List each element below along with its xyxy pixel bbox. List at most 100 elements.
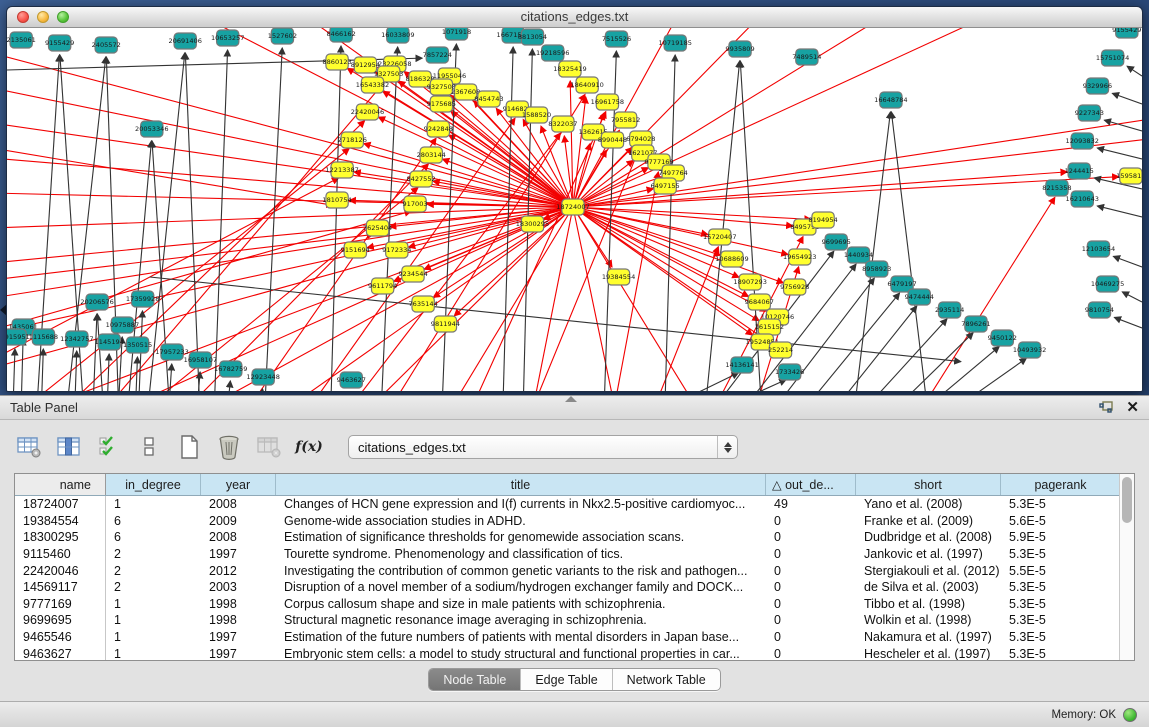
cell-in_degree: 2 xyxy=(106,546,201,563)
network-canvas-svg: 1872400788601238912954232260589327503818… xyxy=(7,28,1142,391)
graph-node-label: 9329966 xyxy=(1083,82,1112,90)
table-panel-titlebar[interactable]: Table Panel ✕ xyxy=(0,396,1149,420)
cell-out_degree: 0 xyxy=(766,612,856,629)
graph-node-label: 10469275 xyxy=(1091,280,1124,288)
cell-name: 18724007 xyxy=(15,496,106,513)
table-settings-icon[interactable] xyxy=(14,432,44,462)
graph-node-label: 8958923 xyxy=(862,265,891,273)
network-window-titlebar[interactable]: citations_edges.txt xyxy=(7,7,1142,28)
table-selector-value: citations_edges.txt xyxy=(349,440,717,455)
tab-edge-table[interactable]: Edge Table xyxy=(521,669,612,690)
cell-short: Jankovic et al. (1997) xyxy=(856,546,1001,563)
graph-node-label: 1350515 xyxy=(123,341,152,349)
graph-node-label: 9463627 xyxy=(337,376,366,384)
graph-node-label: 19384554 xyxy=(602,273,635,281)
cell-name: 9463627 xyxy=(15,645,106,660)
cell-title: Corpus callosum shape and size in male p… xyxy=(276,596,766,613)
column-header-name[interactable]: name xyxy=(15,474,106,495)
cell-year: 2008 xyxy=(201,529,276,546)
graph-node-label: 1145194 xyxy=(95,338,124,346)
cell-pagerank: 5.3E-5 xyxy=(1001,612,1119,629)
function-builder-icon[interactable]: f(x) xyxy=(294,432,324,462)
graph-node-label: 6479197 xyxy=(887,280,916,288)
table-row[interactable]: 977716911998Corpus callosum shape and si… xyxy=(15,596,1119,613)
table-row[interactable]: 946554611997Estimation of the future num… xyxy=(15,629,1119,646)
graph-node-label: 17359928 xyxy=(126,295,159,303)
float-panel-icon[interactable] xyxy=(1098,400,1114,416)
graph-node-label: 9756928 xyxy=(780,283,809,291)
new-table-icon[interactable] xyxy=(174,432,204,462)
memory-status-icon[interactable] xyxy=(1123,708,1137,722)
table-selector-dropdown[interactable]: citations_edges.txt xyxy=(348,435,738,459)
column-select-icon[interactable] xyxy=(54,432,84,462)
graph-node-label: 7635144 xyxy=(408,300,437,308)
table-row[interactable]: 1830029562008Estimation of significance … xyxy=(15,529,1119,546)
graph-node-label: 9935809 xyxy=(725,45,754,53)
graph-node-label: 19218596 xyxy=(536,49,569,57)
graph-node-label: 6794028 xyxy=(626,135,655,143)
column-header-year[interactable]: year xyxy=(201,474,276,495)
graph-node-label: 8322037 xyxy=(548,120,577,128)
column-header-out_degree[interactable]: △ out_de... xyxy=(766,474,856,495)
graph-node-label: 12213387 xyxy=(325,166,358,174)
table-scrollbar-thumb[interactable] xyxy=(1122,477,1132,523)
network-canvas[interactable]: 1872400788601238912954232260589327503818… xyxy=(7,28,1142,391)
cell-out_degree: 0 xyxy=(766,645,856,660)
cell-short: Tibbo et al. (1998) xyxy=(856,596,1001,613)
table-row[interactable]: 911546021997Tourette syndrome. Phenomeno… xyxy=(15,546,1119,563)
graph-node-label: 16958107 xyxy=(184,356,217,364)
cell-pagerank: 5.3E-5 xyxy=(1001,629,1119,646)
cell-name: 18300295 xyxy=(15,529,106,546)
import-table-icon[interactable] xyxy=(254,432,284,462)
tab-network-table[interactable]: Network Table xyxy=(613,669,720,690)
graph-node-label: 10719185 xyxy=(659,39,692,47)
table-body: 18724007 1 2008Changes of HCN gene express… xyxy=(15,496,1119,660)
graph-node-label: 1115688 xyxy=(29,333,58,341)
graph-node-label: 10975887 xyxy=(106,321,139,329)
table-row[interactable]: 969969511998Structural magnetic resonanc… xyxy=(15,612,1119,629)
cell-title: Investigating the contribution of common… xyxy=(276,562,766,579)
row-height-icon[interactable] xyxy=(134,432,164,462)
cell-title: Genome-wide association studies in ADHD. xyxy=(276,513,766,530)
cell-out_degree: 0 xyxy=(766,562,856,579)
splitter-handle-icon[interactable] xyxy=(565,396,577,402)
graph-node-label: 9699695 xyxy=(822,238,851,246)
table-scrollbar[interactable] xyxy=(1119,474,1134,660)
table-row[interactable]: 946362711997Embryonic stem cells: a mode… xyxy=(15,645,1119,660)
cell-in_degree: 1 xyxy=(106,629,201,646)
cell-pagerank: 5.9E-5 xyxy=(1001,529,1119,546)
table-row[interactable]: 2242004622012Investigating the contribut… xyxy=(15,562,1119,579)
network-window[interactable]: citations_edges.txt 18724007886012389129… xyxy=(6,6,1143,392)
graph-node-label: 12342757 xyxy=(60,335,93,343)
graph-node-label: 8466162 xyxy=(326,30,355,38)
close-panel-icon[interactable]: ✕ xyxy=(1126,400,1139,415)
delete-rows-icon[interactable] xyxy=(214,432,244,462)
cytoscape-app: citations_edges.txt 18724007886012389129… xyxy=(0,0,1149,727)
graph-node-label: 10493932 xyxy=(1013,346,1046,354)
select-checks-icon[interactable] xyxy=(94,432,124,462)
column-header-in_degree[interactable]: in_degree xyxy=(106,474,201,495)
cell-name: 9465546 xyxy=(15,629,106,646)
dropdown-stepper-icon xyxy=(717,436,737,458)
cell-name: 9699695 xyxy=(15,612,106,629)
graph-node-label: 2803144 xyxy=(417,151,446,159)
cell-year: 1998 xyxy=(201,612,276,629)
column-header-pagerank[interactable]: pagerank xyxy=(1001,474,1119,495)
graph-node-label: 252214 xyxy=(768,346,793,354)
cell-out_degree: 0 xyxy=(766,546,856,563)
column-header-short[interactable]: short xyxy=(856,474,1001,495)
table-tabs: Node TableEdge TableNetwork Table xyxy=(428,668,720,691)
cell-out_degree: 0 xyxy=(766,629,856,646)
tab-node-table[interactable]: Node Table xyxy=(429,669,521,690)
cell-pagerank: 5.3E-5 xyxy=(1001,645,1119,660)
table-row[interactable]: 1872400712008Changes of HCN gene express… xyxy=(15,496,1119,513)
column-header-title[interactable]: title xyxy=(276,474,766,495)
table-row[interactable]: 1456911722003Disruption of a novel membe… xyxy=(15,579,1119,596)
cell-short: Dudbridge et al. (2008) xyxy=(856,529,1001,546)
graph-node-label: 7497764 xyxy=(659,169,688,177)
graph-node-label: 9474444 xyxy=(905,293,934,301)
graph-node-label: 2135061 xyxy=(7,36,36,44)
table-row[interactable]: 1938455462009Genome-wide association stu… xyxy=(15,513,1119,530)
graph-node-label: 7955812 xyxy=(611,116,640,124)
cell-title: Changes of HCN gene expression and I(f) … xyxy=(276,496,766,513)
